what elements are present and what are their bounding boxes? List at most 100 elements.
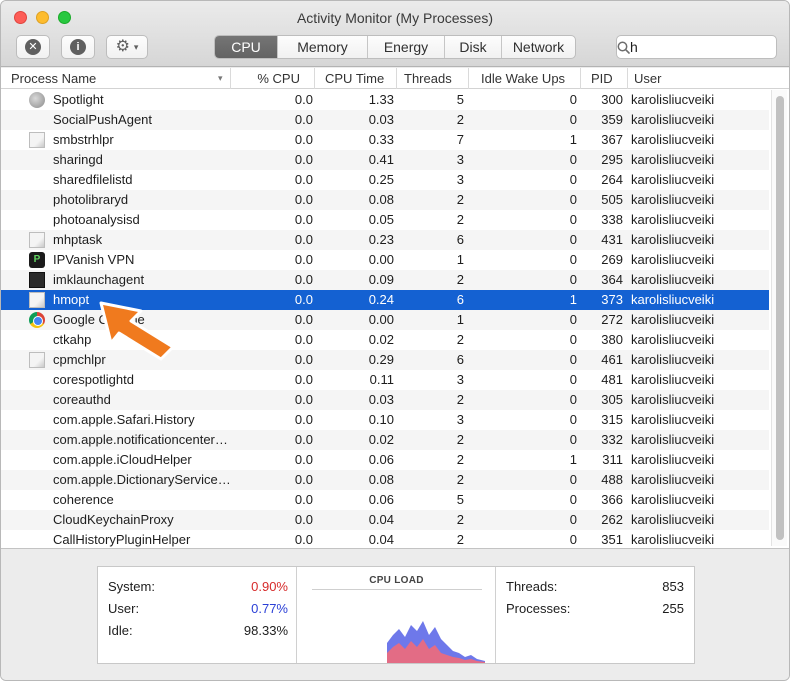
table-row[interactable]: mhptask 0.0 0.23 6 0 431 karolisliucveiki <box>1 230 769 250</box>
document-icon <box>29 292 45 308</box>
idle-wake-ups-cell: 0 <box>569 432 577 447</box>
user-cell: karolisliucveiki <box>631 532 715 547</box>
table-row[interactable]: sharedfilelistd 0.0 0.25 3 0 264 karolisliucve… <box>1 170 769 190</box>
inspect-process-button[interactable]: i <box>61 35 95 59</box>
table-row[interactable]: com.apple.notificationcenter… 0.0 0.02 2 0 33… <box>1 430 769 450</box>
table-row[interactable]: Spotlight 0.0 1.33 5 0 300 karolisliucveiki <box>1 90 769 110</box>
cpu-stats-panel: System: 0.90% User: 0.77% Idle: 98.33% C… <box>1 548 789 680</box>
table-row[interactable]: corespotlightd 0.0 0.11 3 0 481 karolisliucvei… <box>1 370 769 390</box>
window-title: Activity Monitor (My Processes) <box>296 10 494 26</box>
process-name-cell: com.apple.iCloudHelper <box>53 452 192 467</box>
process-name-cell: com.apple.Safari.History <box>53 412 195 427</box>
table-row[interactable]: photoanalysisd 0.0 0.05 2 0 338 karolisliucvei… <box>1 210 769 230</box>
threads-cell: 2 <box>456 332 464 347</box>
stop-process-button[interactable]: ✕ <box>16 35 50 59</box>
process-name-cell: corespotlightd <box>53 372 134 387</box>
table-row[interactable]: com.apple.iCloudHelper 0.0 0.06 2 1 311 karoli… <box>1 450 769 470</box>
pid-cell: 338 <box>601 212 623 227</box>
user-label: User: <box>108 601 140 616</box>
tab-network[interactable]: Network <box>501 36 575 58</box>
cpu-time-cell: 0.23 <box>368 232 394 247</box>
threads-cell: 1 <box>456 312 464 327</box>
idle-wake-ups-cell: 0 <box>569 112 577 127</box>
tab-cpu[interactable]: CPU <box>215 36 277 58</box>
cpu-time-cell: 0.02 <box>368 432 394 447</box>
cpu-percent-cell: 0.0 <box>294 272 313 287</box>
pid-cell: 359 <box>601 112 623 127</box>
process-name-cell: IPVanish VPN <box>53 252 135 267</box>
pid-cell: 300 <box>601 92 623 107</box>
cpu-percent-cell: 0.0 <box>294 412 313 427</box>
table-row[interactable]: SocialPushAgent 0.0 0.03 2 0 359 karolisliucve… <box>1 110 769 130</box>
action-menu-button[interactable]: ⚙ ▾ <box>106 35 148 59</box>
idle-wake-ups-cell: 0 <box>569 412 577 427</box>
vertical-scrollbar[interactable] <box>771 90 787 546</box>
table-row[interactable]: P IPVanish VPN 0.0 0.00 1 0 269 karolisliucveik… <box>1 250 769 270</box>
cpu-percent-cell: 0.0 <box>294 312 313 327</box>
threads-cell: 2 <box>456 212 464 227</box>
table-row[interactable]: com.apple.DictionaryService… 0.0 0.08 2 0 488… <box>1 470 769 490</box>
search-input[interactable] <box>630 37 789 57</box>
threads-cell: 6 <box>456 352 464 367</box>
system-value: 0.90% <box>251 579 288 594</box>
table-row[interactable]: CallHistoryPluginHelper 0.0 0.04 2 0 351 karol… <box>1 530 769 548</box>
threads-cell: 6 <box>456 232 464 247</box>
user-cell: karolisliucveiki <box>631 152 715 167</box>
tab-energy[interactable]: Energy <box>367 36 444 58</box>
idle-label: Idle: <box>108 623 133 638</box>
system-label: System: <box>108 579 155 594</box>
cpu-time-cell: 1.33 <box>368 92 394 107</box>
table-row[interactable]: photolibraryd 0.0 0.08 2 0 505 karolisliucveik… <box>1 190 769 210</box>
column-cpu-percent[interactable]: % CPU <box>231 68 315 89</box>
threads-cell: 3 <box>456 412 464 427</box>
user-cell: karolisliucveiki <box>631 352 715 367</box>
table-row[interactable]: imklaunchagent 0.0 0.09 2 0 364 karolisliucvei… <box>1 270 769 290</box>
cpu-percent-cell: 0.0 <box>294 492 313 507</box>
pid-cell: 481 <box>601 372 623 387</box>
table-row[interactable]: coreauthd 0.0 0.03 2 0 305 karolisliucveiki <box>1 390 769 410</box>
processes-value: 255 <box>662 601 684 616</box>
cpu-percent-cell: 0.0 <box>294 232 313 247</box>
user-cell: karolisliucveiki <box>631 252 715 267</box>
cpu-time-cell: 0.10 <box>368 412 394 427</box>
column-threads[interactable]: Threads <box>397 68 469 89</box>
cpu-percent-cell: 0.0 <box>294 252 313 267</box>
idle-wake-ups-cell: 0 <box>569 392 577 407</box>
column-pid[interactable]: PID <box>581 68 628 89</box>
column-process-name[interactable]: Process Name <box>1 68 231 89</box>
user-cell: karolisliucveiki <box>631 92 715 107</box>
scrollbar-thumb[interactable] <box>776 96 784 540</box>
threads-cell: 1 <box>456 252 464 267</box>
user-cell: karolisliucveiki <box>631 112 715 127</box>
cpu-percent-cell: 0.0 <box>294 192 313 207</box>
table-row[interactable]: sharingd 0.0 0.41 3 0 295 karolisliucveiki <box>1 150 769 170</box>
tab-memory[interactable]: Memory <box>277 36 367 58</box>
tab-disk[interactable]: Disk <box>444 36 501 58</box>
pid-cell: 269 <box>601 252 623 267</box>
gear-icon: ⚙ <box>115 38 130 55</box>
threads-cell: 2 <box>456 112 464 127</box>
pid-cell: 305 <box>601 392 623 407</box>
cpu-percent-cell: 0.0 <box>294 452 313 467</box>
process-name-cell: com.apple.notificationcenter… <box>53 432 228 447</box>
cpu-time-cell: 0.03 <box>368 112 394 127</box>
column-idle-wake-ups[interactable]: Idle Wake Ups <box>469 68 581 89</box>
table-row[interactable]: CloudKeychainProxy 0.0 0.04 2 0 262 karolisliu… <box>1 510 769 530</box>
cpu-time-cell: 0.09 <box>368 272 394 287</box>
pid-cell: 373 <box>601 292 623 307</box>
user-cell: karolisliucveiki <box>631 172 715 187</box>
table-row[interactable]: coherence 0.0 0.06 5 0 366 karolisliucveiki <box>1 490 769 510</box>
user-cell: karolisliucveiki <box>631 292 715 307</box>
table-row[interactable]: com.apple.Safari.History 0.0 0.10 3 0 315 karo… <box>1 410 769 430</box>
pid-cell: 380 <box>601 332 623 347</box>
column-cpu-time[interactable]: CPU Time <box>315 68 397 89</box>
idle-wake-ups-cell: 1 <box>569 132 577 147</box>
user-cell: karolisliucveiki <box>631 272 715 287</box>
idle-value: 98.33% <box>243 623 288 638</box>
column-user[interactable]: User <box>628 68 728 89</box>
process-name-cell: photoanalysisd <box>53 212 140 227</box>
table-row[interactable]: smbstrhlpr 0.0 0.33 7 1 367 karolisliucveiki <box>1 130 769 150</box>
chrome-icon <box>29 312 45 328</box>
user-cell: karolisliucveiki <box>631 132 715 147</box>
user-cell: karolisliucveiki <box>631 472 715 487</box>
